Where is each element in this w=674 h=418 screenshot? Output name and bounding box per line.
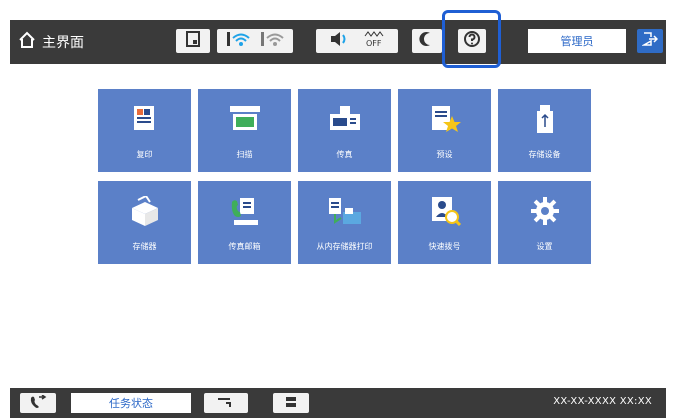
- print-button[interactable]: [273, 393, 309, 413]
- fax-icon: [328, 101, 362, 137]
- power-off-icon: OFF: [363, 30, 385, 52]
- user-label: 管理员: [560, 35, 594, 48]
- tile-presets[interactable]: 预设: [398, 89, 491, 172]
- sound-power-button[interactable]: OFF: [316, 29, 398, 53]
- tile-label: 复印: [136, 150, 153, 159]
- tile-copy[interactable]: 复印: [98, 89, 191, 172]
- tile-label: 传真邮箱: [228, 242, 261, 251]
- tile-fax[interactable]: 传真: [298, 89, 391, 172]
- tile-label: 预设: [436, 150, 453, 159]
- printer-icon: [284, 394, 298, 413]
- sleep-button[interactable]: [412, 29, 442, 53]
- tile-label: 扫描: [236, 150, 253, 159]
- datetime-display: XX-XX-XXXX XX:XX: [553, 396, 652, 407]
- phone-call-icon: [29, 393, 47, 413]
- help-highlight-frame: [442, 10, 501, 68]
- wifi-icon: [226, 30, 250, 52]
- presets-icon: [428, 101, 462, 137]
- home-label: 主界面: [42, 35, 84, 51]
- home-button[interactable]: 主界面: [18, 30, 84, 54]
- fax-box-icon: [228, 193, 262, 229]
- tile-fax-box[interactable]: 传真邮箱: [198, 181, 291, 264]
- receive-icon: [216, 394, 236, 413]
- job-status-label: 任务状态: [109, 397, 153, 410]
- tile-storage-device[interactable]: 存储设备: [498, 89, 591, 172]
- logout-button[interactable]: [637, 29, 663, 53]
- scan-icon: [228, 101, 262, 137]
- document-status-button[interactable]: [176, 29, 210, 53]
- tile-storage[interactable]: 存储器: [98, 181, 191, 264]
- svg-text:OFF: OFF: [366, 39, 382, 48]
- print-from-memory-icon: [327, 193, 363, 229]
- user-button[interactable]: 管理员: [528, 29, 626, 53]
- tile-speed-dial[interactable]: 快速拨号: [398, 181, 491, 264]
- home-icon: [18, 31, 42, 53]
- tile-label: 从内存储器打印: [316, 242, 373, 251]
- logout-icon: [641, 31, 659, 51]
- printer-panel: 主界面 OFF 管理员 复印 扫描 传真 预设 存储设备 存储器 传真邮箱 从内…: [0, 0, 674, 418]
- job-status-button[interactable]: 任务状态: [71, 393, 191, 413]
- document-status-icon: [185, 31, 201, 51]
- settings-gear-icon: [530, 193, 560, 229]
- speaker-icon: [329, 30, 351, 52]
- tile-label: 存储器: [132, 242, 157, 251]
- tile-label: 存储设备: [528, 150, 561, 159]
- network-status-button[interactable]: [217, 29, 293, 53]
- storage-box-icon: [128, 193, 162, 229]
- copy-icon: [132, 101, 158, 137]
- tile-label: 设置: [536, 242, 553, 251]
- wifi-direct-icon: [260, 30, 284, 52]
- tile-label: 传真: [336, 150, 353, 159]
- tile-label: 快速拨号: [428, 242, 461, 251]
- speed-dial-icon: [428, 193, 462, 229]
- stop-receive-button[interactable]: [204, 393, 248, 413]
- tile-scan[interactable]: 扫描: [198, 89, 291, 172]
- bottom-bar: 任务状态 XX-XX-XXXX XX:XX: [10, 388, 666, 418]
- usb-storage-icon: [534, 101, 556, 137]
- tile-print-from-memory[interactable]: 从内存储器打印: [298, 181, 391, 264]
- call-button[interactable]: [20, 393, 56, 413]
- sleep-icon: [419, 31, 435, 51]
- tile-settings[interactable]: 设置: [498, 181, 591, 264]
- top-bar: 主界面 OFF 管理员: [10, 20, 666, 64]
